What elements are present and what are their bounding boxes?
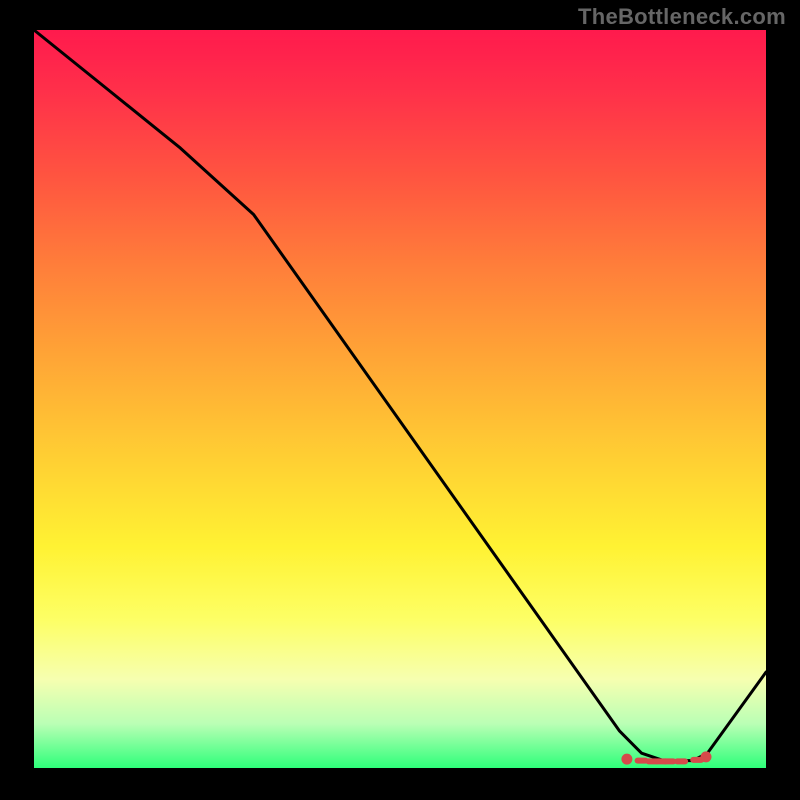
curve-layer bbox=[34, 30, 766, 768]
plot-area bbox=[34, 30, 766, 768]
marker-dot bbox=[701, 752, 711, 762]
bottleneck-curve bbox=[34, 30, 766, 761]
minimum-markers bbox=[622, 752, 711, 764]
watermark-label: TheBottleneck.com bbox=[578, 4, 786, 30]
chart-stage: TheBottleneck.com bbox=[0, 0, 800, 800]
marker-dot bbox=[622, 754, 632, 764]
